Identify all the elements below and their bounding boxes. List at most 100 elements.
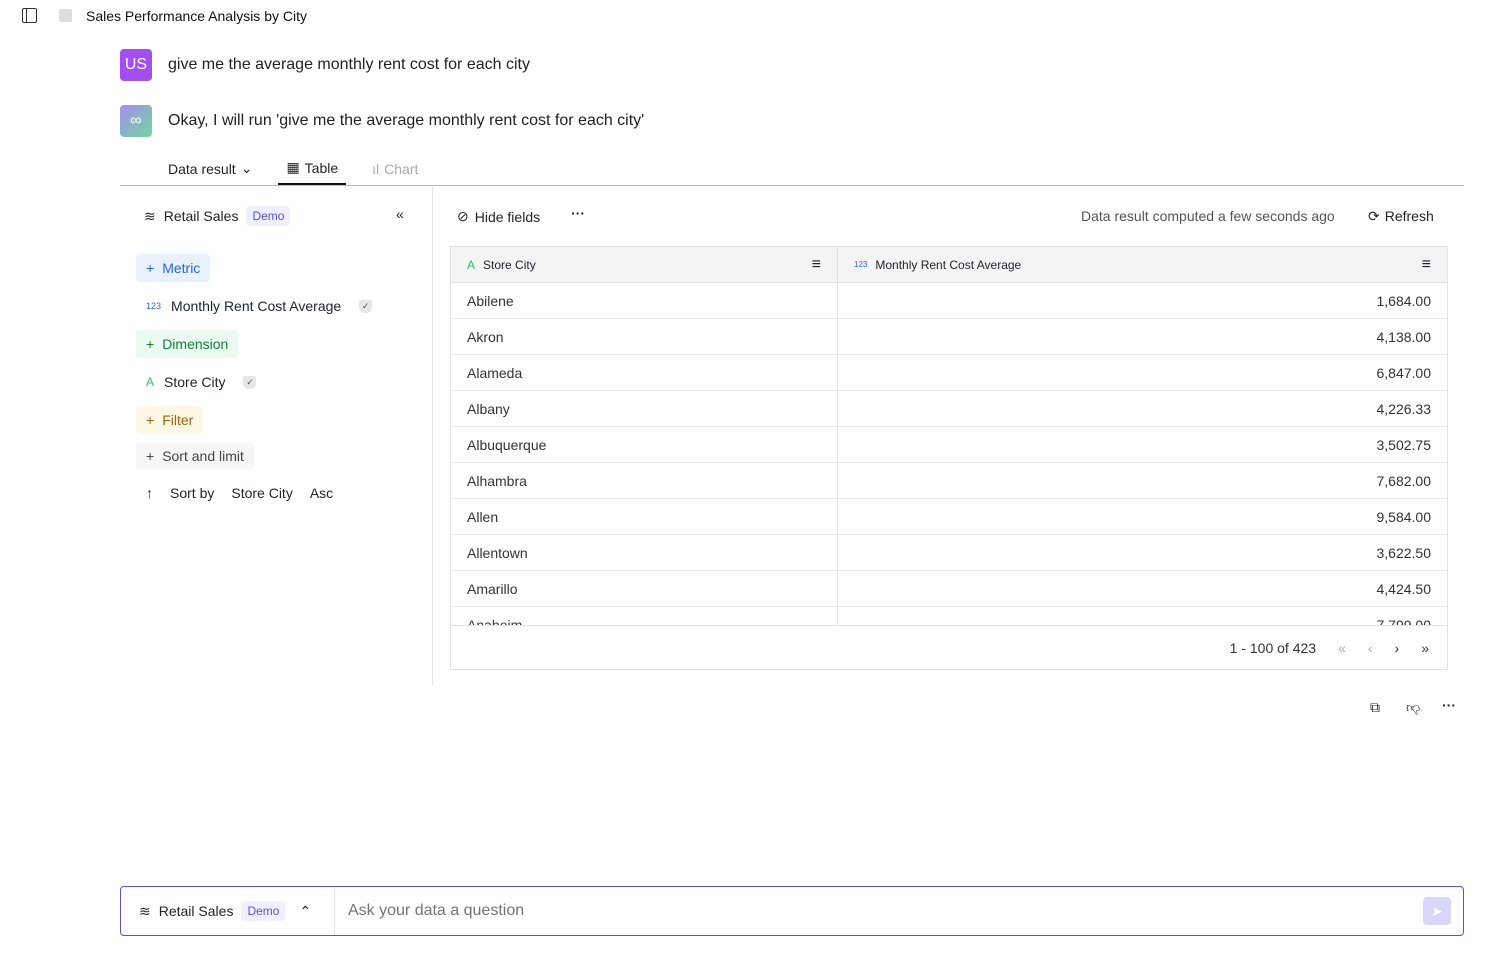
plus-icon: +: [146, 412, 155, 428]
cell-store-city: Allen: [451, 499, 838, 534]
result-tabs: Data result ⌄ ▦ Table ıl Chart: [168, 152, 426, 185]
add-filter-button[interactable]: + Filter: [136, 406, 204, 434]
more-icon[interactable]: ···: [571, 205, 585, 221]
next-page-icon[interactable]: ›: [1395, 640, 1400, 656]
refresh-button[interactable]: ⟳ Refresh: [1368, 208, 1434, 225]
table-row: Allentown 3,622.50: [451, 535, 1447, 571]
metric-item[interactable]: 123 Monthly Rent Cost Average ✓: [146, 298, 373, 314]
message-text: Okay, I will run 'give me the average mo…: [168, 112, 645, 129]
cell-store-city: Alhambra: [451, 463, 838, 498]
assistant-logo-icon: ∞: [120, 105, 152, 137]
cell-rent: 3,622.50: [1376, 544, 1432, 561]
number-type-icon: 123: [854, 260, 868, 269]
cell-rent: 4,138.00: [1376, 328, 1432, 345]
number-type-icon: 123: [146, 301, 162, 311]
menu-icon[interactable]: ≡: [812, 256, 821, 274]
more-icon[interactable]: ···: [1442, 697, 1456, 713]
add-dimension-button[interactable]: + Dimension: [136, 330, 239, 358]
question-input[interactable]: [335, 902, 1423, 920]
layers-icon: ≋: [144, 207, 156, 224]
top-bar: Sales Performance Analysis by City: [0, 0, 1497, 32]
table-row: Anaheim 7,799.00: [451, 607, 1447, 625]
table-icon: ▦: [286, 159, 300, 175]
check-icon: ✓: [243, 375, 257, 389]
cell-store-city: Anaheim: [451, 607, 838, 625]
menu-icon[interactable]: ≡: [1422, 256, 1431, 274]
computed-status: Data result computed a few seconds ago: [1081, 208, 1335, 224]
last-page-icon[interactable]: »: [1421, 640, 1429, 656]
label: Dimension: [162, 336, 229, 352]
check-icon: ✓: [359, 299, 373, 313]
prev-page-icon[interactable]: ‹: [1368, 640, 1373, 656]
sort-limit-button[interactable]: + Sort and limit: [136, 442, 254, 470]
thumbs-down-icon[interactable]: 👎︎: [1406, 699, 1420, 716]
label: Monthly Rent Cost Average: [171, 298, 342, 314]
cell-rent: 7,682.00: [1376, 472, 1432, 489]
copy-icon[interactable]: ⧉: [1370, 699, 1380, 716]
cell-store-city: Allentown: [451, 535, 838, 570]
plus-icon: +: [146, 448, 155, 464]
sort-item[interactable]: ↑ Sort by Store City Asc: [146, 485, 333, 501]
collapse-icon[interactable]: «: [396, 206, 404, 222]
tab-table[interactable]: ▦ Table: [278, 152, 347, 185]
first-page-icon[interactable]: «: [1338, 640, 1346, 656]
data-result-dropdown[interactable]: Data result ⌄: [168, 152, 260, 185]
composer: ≋ Retail Sales Demo ⌃ ➤: [120, 886, 1464, 936]
table-body: Abilene 1,684.00 Akron 4,138.00 Alameda 6,847…: [451, 283, 1447, 625]
refresh-icon: ⟳: [1368, 208, 1380, 224]
dimension-item[interactable]: A Store City ✓: [146, 374, 257, 390]
label: Monthly Rent Cost Average: [875, 257, 1022, 272]
table-row: Albany 4,226.33: [451, 391, 1447, 427]
composer-dataset-selector[interactable]: ≋ Retail Sales Demo ⌃: [121, 887, 335, 935]
eye-off-icon: ⊘: [457, 208, 469, 224]
sort-field: Store City: [231, 485, 293, 501]
page-range: 1 - 100 of 423: [1229, 639, 1317, 656]
table-row: Amarillo 4,424.50: [451, 571, 1447, 607]
label: Metric: [162, 260, 201, 276]
add-metric-button[interactable]: + Metric: [136, 254, 211, 282]
label: Filter: [162, 412, 194, 428]
cell-rent: 4,226.33: [1376, 400, 1432, 417]
label: Store City: [164, 374, 226, 390]
cell-rent: 7,799.00: [1376, 616, 1432, 626]
tab-chart[interactable]: ıl Chart: [364, 152, 426, 185]
user-message: US give me the average monthly rent cost…: [120, 49, 530, 81]
layers-icon: ≋: [139, 902, 151, 919]
dataset-name: Retail Sales: [158, 903, 234, 919]
avatar: US: [120, 49, 152, 81]
string-type-icon: A: [467, 257, 476, 272]
page-title: Sales Performance Analysis by City: [86, 8, 307, 24]
column-header-store-city[interactable]: A Store City ≡: [451, 247, 838, 282]
plus-icon: +: [146, 260, 155, 276]
dataset-selector[interactable]: ≋ Retail Sales Demo: [144, 206, 291, 226]
chevron-up-icon: ⌃: [299, 902, 312, 919]
bar-chart-icon: ıl: [372, 160, 380, 177]
table-row: Allen 9,584.00: [451, 499, 1447, 535]
string-type-icon: A: [146, 375, 155, 389]
table-row: Alameda 6,847.00: [451, 355, 1447, 391]
plus-icon: +: [146, 336, 155, 352]
send-icon: ➤: [1431, 902, 1443, 919]
cell-store-city: Albany: [451, 391, 838, 426]
cell-store-city: Alameda: [451, 355, 838, 390]
hide-fields-button[interactable]: ⊘ Hide fields: [457, 208, 540, 225]
send-button[interactable]: ➤: [1423, 897, 1451, 925]
dataset-name: Retail Sales: [163, 208, 239, 224]
cell-store-city: Abilene: [451, 283, 838, 318]
cell-rent: 9,584.00: [1376, 508, 1432, 525]
table-row: Abilene 1,684.00: [451, 283, 1447, 319]
column-header-rent[interactable]: 123 Monthly Rent Cost Average ≡: [838, 247, 1447, 282]
query-sidebar: ≋ Retail Sales Demo « + Metric 123 Monthly…: [120, 186, 433, 686]
results-table: A Store City ≡ 123 Monthly Rent Cost Averag…: [450, 246, 1448, 670]
sidebar-toggle-icon[interactable]: [22, 8, 37, 23]
new-chat-icon[interactable]: [59, 9, 72, 22]
demo-badge: Demo: [246, 206, 291, 226]
label: Sort by: [170, 485, 215, 501]
label: Chart: [384, 160, 419, 177]
table-header: A Store City ≡ 123 Monthly Rent Cost Averag…: [451, 247, 1447, 283]
sort-direction: Asc: [309, 485, 334, 501]
arrow-up-icon: ↑: [146, 485, 153, 501]
demo-badge: Demo: [241, 901, 286, 921]
cell-store-city: Amarillo: [451, 571, 838, 606]
label: Sort and limit: [162, 448, 244, 464]
